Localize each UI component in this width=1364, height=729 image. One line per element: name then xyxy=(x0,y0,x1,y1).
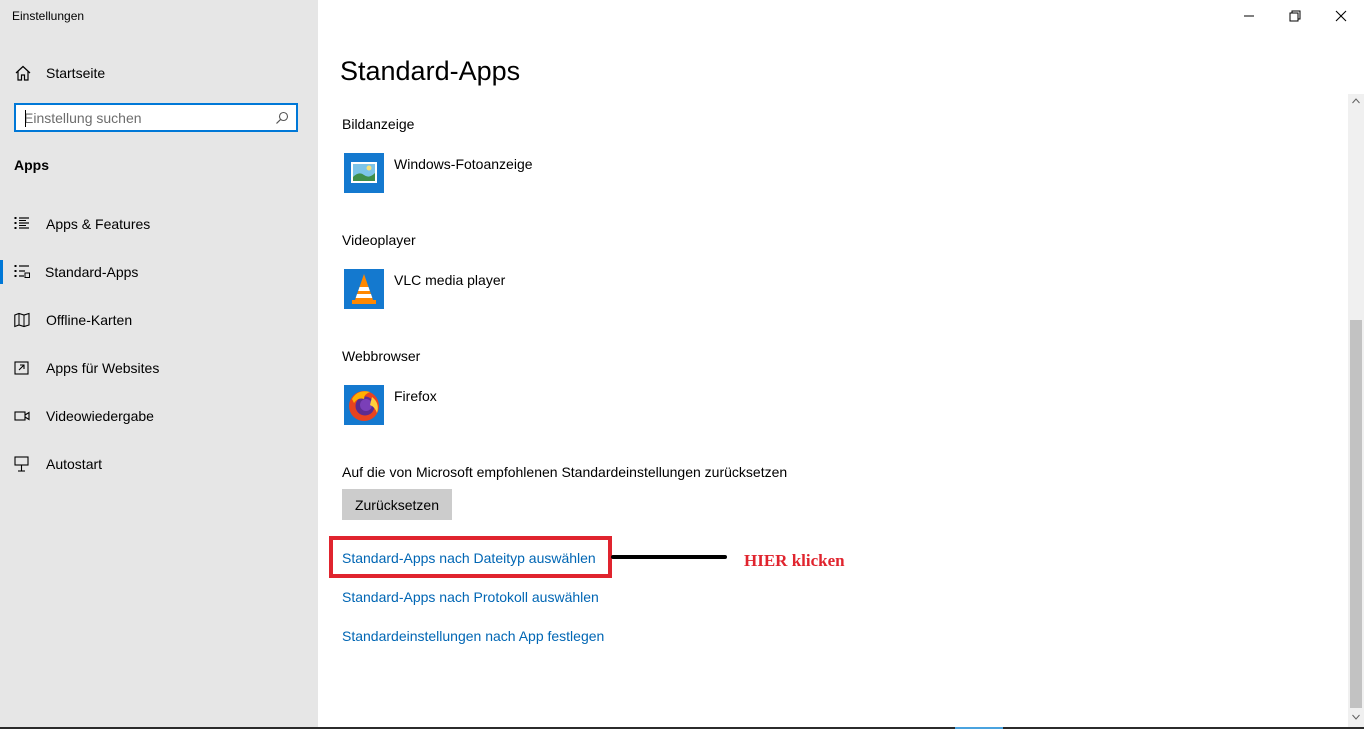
default-app-name: Windows-Fotoanzeige xyxy=(394,156,533,172)
text-caret xyxy=(25,110,26,127)
search-icon[interactable] xyxy=(275,111,289,125)
default-app-web-browser[interactable]: Firefox xyxy=(344,385,644,425)
firefox-icon xyxy=(344,385,384,425)
sidebar-item-label: Standard-Apps xyxy=(45,264,139,280)
scroll-up-icon[interactable] xyxy=(1352,98,1360,104)
scrollbar-thumb[interactable] xyxy=(1350,320,1362,708)
group-label-image-viewer: Bildanzeige xyxy=(342,116,415,132)
annotation-pointer-line xyxy=(611,555,727,559)
link-set-defaults-by-app[interactable]: Standardeinstellungen nach App festlegen xyxy=(342,628,604,644)
sidebar-item-label: Videowiedergabe xyxy=(46,408,154,424)
home-icon xyxy=(14,64,32,82)
sidebar-item-offline-maps[interactable]: Offline-Karten xyxy=(0,300,318,340)
default-app-video-player[interactable]: VLC media player xyxy=(344,269,644,309)
page-title: Standard-Apps xyxy=(340,56,521,86)
close-icon xyxy=(1335,10,1347,22)
annotation-highlight-box xyxy=(329,536,612,578)
scrollbar[interactable] xyxy=(1348,94,1364,728)
vlc-icon xyxy=(344,269,384,309)
sidebar-item-label: Apps & Features xyxy=(46,216,151,232)
window-title: Einstellungen xyxy=(12,9,85,23)
photo-viewer-icon xyxy=(344,153,384,193)
minimize-icon xyxy=(1244,15,1254,17)
sidebar-home-label: Startseite xyxy=(46,65,106,81)
reset-button[interactable]: Zurücksetzen xyxy=(342,489,452,520)
restore-button[interactable] xyxy=(1272,0,1318,32)
list-icon xyxy=(14,216,30,232)
sidebar-item-standard-apps[interactable]: Standard-Apps xyxy=(0,252,318,292)
startup-icon xyxy=(14,456,30,472)
video-icon xyxy=(14,408,30,424)
sidebar-item-label: Offline-Karten xyxy=(46,312,133,328)
close-button[interactable] xyxy=(1318,0,1364,32)
group-label-video-player: Videoplayer xyxy=(342,232,416,248)
sidebar-item-label: Apps für Websites xyxy=(46,360,160,376)
search-box[interactable] xyxy=(14,103,298,132)
restore-icon xyxy=(1289,10,1301,22)
annotation-label: HIER klicken xyxy=(744,551,845,570)
website-app-icon xyxy=(14,360,30,376)
default-app-name: VLC media player xyxy=(394,272,506,288)
group-label-web-browser: Webbrowser xyxy=(342,348,421,364)
sidebar-item-video-playback[interactable]: Videowiedergabe xyxy=(0,396,318,436)
sidebar-item-autostart[interactable]: Autostart xyxy=(0,444,318,484)
reset-description: Auf die von Microsoft empfohlenen Standa… xyxy=(342,464,788,480)
link-choose-by-protocol[interactable]: Standard-Apps nach Protokoll auswählen xyxy=(342,589,599,605)
map-icon xyxy=(14,312,30,328)
sidebar-item-apps-features[interactable]: Apps & Features xyxy=(0,204,318,244)
default-app-name: Firefox xyxy=(394,388,437,404)
scroll-down-icon[interactable] xyxy=(1352,714,1360,720)
sidebar-section-heading: Apps xyxy=(14,157,49,173)
sidebar-home[interactable]: Startseite xyxy=(0,56,318,90)
sidebar: Einstellungen Startseite Apps xyxy=(0,0,318,727)
default-app-image-viewer[interactable]: Windows-Fotoanzeige xyxy=(344,153,644,193)
search-input[interactable] xyxy=(24,109,264,127)
active-indicator xyxy=(0,260,3,284)
default-apps-icon xyxy=(14,264,30,280)
sidebar-item-apps-for-websites[interactable]: Apps für Websites xyxy=(0,348,318,388)
sidebar-item-label: Autostart xyxy=(46,456,103,472)
minimize-button[interactable] xyxy=(1226,0,1272,32)
